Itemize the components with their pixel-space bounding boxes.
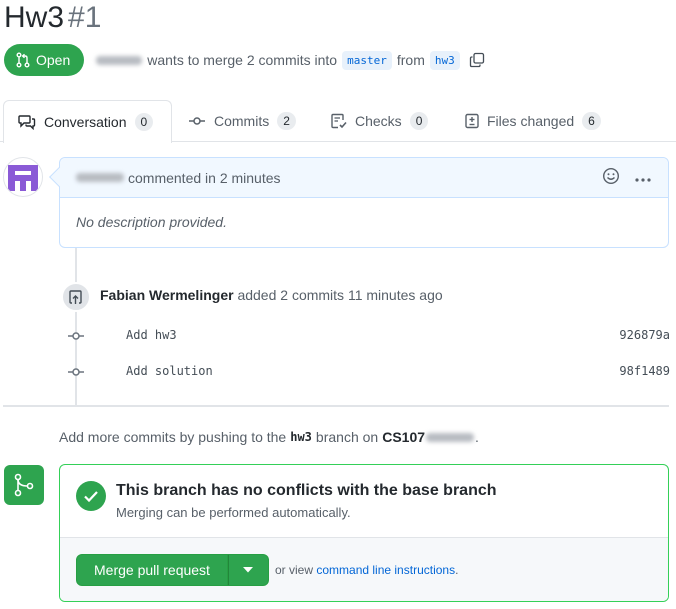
- avatar[interactable]: [3, 157, 43, 197]
- event-badge: [61, 282, 91, 312]
- merge-alternative: or view command line instructions.: [275, 563, 458, 577]
- merge-or-text: or view: [275, 563, 314, 577]
- push-note-suffix: .: [475, 429, 479, 445]
- merge-link-suffix: .: [455, 563, 459, 577]
- comment-header: commented in 2 minutes: [60, 158, 668, 198]
- merge-footer: Merge pull request or view command line …: [60, 537, 668, 601]
- tab-commits[interactable]: Commits 2: [174, 100, 310, 142]
- merge-method-dropdown[interactable]: [227, 554, 269, 586]
- from-text: from: [396, 52, 425, 68]
- comment-action: commented in 2 minutes: [128, 169, 281, 186]
- git-commit-icon: [68, 329, 84, 346]
- comment-actions: [602, 167, 652, 188]
- push-note-middle: branch on: [315, 429, 379, 445]
- checklist-icon: [331, 113, 347, 129]
- merge-heading: This branch has no conflicts with the ba…: [116, 482, 497, 499]
- commits-event-text: Fabian Wermelinger added 2 commits 11 mi…: [100, 287, 443, 303]
- event-description: added 2 commits 11 minutes ago: [237, 287, 443, 303]
- pr-title: Hw3 #1: [4, 0, 101, 36]
- file-diff-icon: [465, 113, 479, 129]
- commit-message[interactable]: Add solution: [126, 364, 213, 378]
- commit-sha[interactable]: 926879a: [619, 328, 670, 342]
- git-commit-icon: [68, 365, 84, 382]
- commit-sha[interactable]: 98f1489: [619, 364, 670, 378]
- identicon-icon: [8, 165, 38, 191]
- tab-label: Commits: [214, 113, 270, 129]
- tab-counter: 0: [134, 113, 154, 131]
- comment-discussion-icon: [18, 115, 36, 130]
- base-branch[interactable]: master: [342, 50, 392, 70]
- state-badge: Open: [4, 44, 85, 76]
- git-commit-icon: [189, 117, 205, 125]
- tab-files-changed[interactable]: Files changed 6: [451, 100, 615, 142]
- tab-conversation[interactable]: Conversation 0: [3, 100, 172, 143]
- push-note-branch: hw3: [290, 430, 312, 444]
- commit-message[interactable]: Add hw3: [126, 328, 177, 342]
- command-line-instructions-link[interactable]: command line instructions: [316, 563, 455, 577]
- commit-row: Add hw3 926879a: [60, 326, 670, 346]
- event-author[interactable]: Fabian Wermelinger: [100, 287, 234, 303]
- comment: commented in 2 minutes No description pr…: [49, 157, 669, 248]
- tab-label: Checks: [355, 113, 402, 129]
- merge-box: This branch has no conflicts with the ba…: [59, 464, 669, 602]
- push-note-repo[interactable]: CS107: [382, 429, 425, 445]
- pull-request-icon: [16, 52, 30, 68]
- kebab-horizontal-icon[interactable]: [634, 170, 652, 186]
- smiley-icon[interactable]: [602, 167, 620, 188]
- check-icon: [76, 481, 106, 511]
- tab-label: Files changed: [487, 113, 575, 129]
- merge-icon-box: [4, 465, 44, 505]
- comment-body: No description provided.: [76, 214, 227, 230]
- pr-number: #1: [68, 1, 102, 34]
- triangle-down-icon: [243, 567, 254, 573]
- state-label: Open: [36, 52, 71, 68]
- merge-button-group: Merge pull request: [76, 554, 269, 586]
- merge-text: wants to merge 2 commits into: [147, 52, 338, 68]
- redacted-comment-author[interactable]: [76, 173, 124, 182]
- repo-push-icon: [69, 290, 82, 304]
- push-note: Add more commits by pushing to the hw3 b…: [59, 429, 479, 445]
- merge-subtext: Merging can be performed automatically.: [116, 505, 351, 520]
- pr-meta: Open wants to merge 2 commits into maste…: [4, 44, 485, 76]
- pr-title-text: Hw3: [4, 1, 65, 34]
- push-note-prefix: Add more commits by pushing to the: [59, 429, 287, 445]
- redacted-repo-suffix: [426, 432, 475, 442]
- tab-label: Conversation: [44, 114, 127, 130]
- merge-status: This branch has no conflicts with the ba…: [60, 465, 668, 537]
- copy-icon[interactable]: [469, 52, 485, 68]
- pr-tabs: Conversation 0 Commits 2 Checks 0 Files …: [0, 100, 676, 143]
- commit-row: Add solution 98f1489: [60, 362, 670, 382]
- redacted-username[interactable]: [96, 55, 143, 65]
- git-merge-icon: [14, 473, 34, 497]
- tab-counter: 0: [409, 112, 429, 130]
- tab-counter: 6: [582, 112, 601, 130]
- tab-counter: 2: [277, 112, 296, 130]
- timeline-divider: [3, 405, 669, 407]
- tab-checks[interactable]: Checks 0: [317, 100, 442, 142]
- merge-pull-request-button[interactable]: Merge pull request: [76, 554, 228, 586]
- head-branch[interactable]: hw3: [429, 50, 460, 70]
